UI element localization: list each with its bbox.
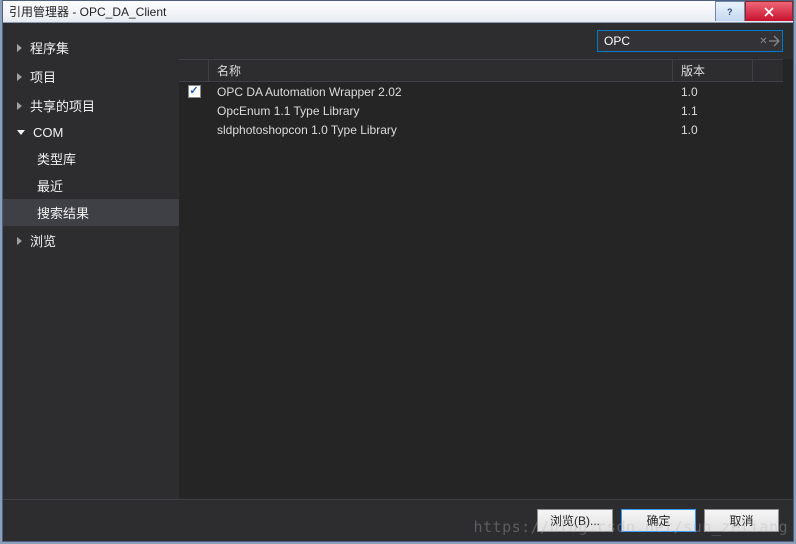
svg-text:?: ? (727, 7, 733, 17)
sidebar-item-com[interactable]: COM (3, 120, 179, 145)
cell-version: 1.0 (673, 85, 753, 99)
window-title: 引用管理器 - OPC_DA_Client (9, 3, 166, 20)
search-row: ✕ (179, 23, 793, 59)
chevron-right-icon (17, 44, 22, 52)
sidebar-item-label: COM (33, 125, 63, 140)
sidebar-subitem-recent[interactable]: 最近 (3, 172, 179, 199)
sidebar-item-browse[interactable]: 浏览 (3, 226, 179, 255)
chevron-right-icon (17, 102, 22, 110)
dialog-window: 引用管理器 - OPC_DA_Client ? 程序集 项目 (2, 0, 794, 542)
cell-name: OpcEnum 1.1 Type Library (209, 104, 673, 118)
search-input[interactable] (604, 34, 759, 48)
column-spacer (753, 60, 783, 81)
table-row[interactable]: OpcEnum 1.1 Type Library 1.1 (179, 101, 783, 120)
table-body: OPC DA Automation Wrapper 2.02 1.0 OpcEn… (179, 82, 783, 139)
cell-version: 1.1 (673, 104, 753, 118)
sidebar-item-shared-projects[interactable]: 共享的项目 (3, 91, 179, 120)
search-box[interactable]: ✕ (597, 30, 783, 52)
ok-button[interactable]: 确定 (621, 509, 696, 532)
cell-version: 1.0 (673, 123, 753, 137)
sidebar: 程序集 项目 共享的项目 COM 类型库 最近 (3, 23, 179, 499)
sidebar-item-projects[interactable]: 项目 (3, 62, 179, 91)
help-button[interactable]: ? (715, 1, 745, 21)
chevron-right-icon (17, 237, 22, 245)
chevron-right-icon (17, 73, 22, 81)
table-row[interactable]: sldphotoshopcon 1.0 Type Library 1.0 (179, 120, 783, 139)
sidebar-subitem-label: 类型库 (37, 152, 76, 167)
column-version[interactable]: 版本 (673, 60, 753, 81)
search-icon[interactable] (768, 34, 780, 48)
dialog-content: 程序集 项目 共享的项目 COM 类型库 最近 (3, 23, 793, 541)
clear-icon[interactable]: ✕ (759, 34, 768, 48)
cell-name: sldphotoshopcon 1.0 Type Library (209, 123, 673, 137)
main-panel: ✕ 名称 版本 (179, 23, 793, 499)
close-button[interactable] (745, 1, 793, 21)
titlebar[interactable]: 引用管理器 - OPC_DA_Client ? (3, 1, 793, 23)
dialog-body: 程序集 项目 共享的项目 COM 类型库 最近 (3, 23, 793, 499)
chevron-down-icon (17, 130, 25, 135)
sidebar-subitem-type-library[interactable]: 类型库 (3, 145, 179, 172)
table-header: 名称 版本 (179, 59, 783, 82)
sidebar-subitem-search-results[interactable]: 搜索结果 (3, 199, 179, 226)
sidebar-item-label: 共享的项目 (30, 96, 95, 115)
table-row[interactable]: OPC DA Automation Wrapper 2.02 1.0 (179, 82, 783, 101)
cell-name: OPC DA Automation Wrapper 2.02 (209, 85, 673, 99)
column-checkbox[interactable] (179, 60, 209, 81)
row-checkbox[interactable] (188, 85, 201, 98)
sidebar-subitem-label: 最近 (37, 179, 63, 194)
sidebar-item-label: 浏览 (30, 231, 56, 250)
sidebar-item-label: 项目 (30, 67, 56, 86)
window-controls: ? (715, 1, 793, 21)
dialog-footer: 浏览(B)... 确定 取消 (3, 499, 793, 541)
sidebar-item-label: 程序集 (30, 38, 69, 57)
cancel-button[interactable]: 取消 (704, 509, 779, 532)
sidebar-item-assemblies[interactable]: 程序集 (3, 33, 179, 62)
results-table: 名称 版本 OPC DA Automation Wrapper 2.02 1.0 (179, 59, 783, 499)
column-name[interactable]: 名称 (209, 60, 673, 81)
browse-button[interactable]: 浏览(B)... (537, 509, 613, 532)
sidebar-subitem-label: 搜索结果 (37, 206, 89, 221)
